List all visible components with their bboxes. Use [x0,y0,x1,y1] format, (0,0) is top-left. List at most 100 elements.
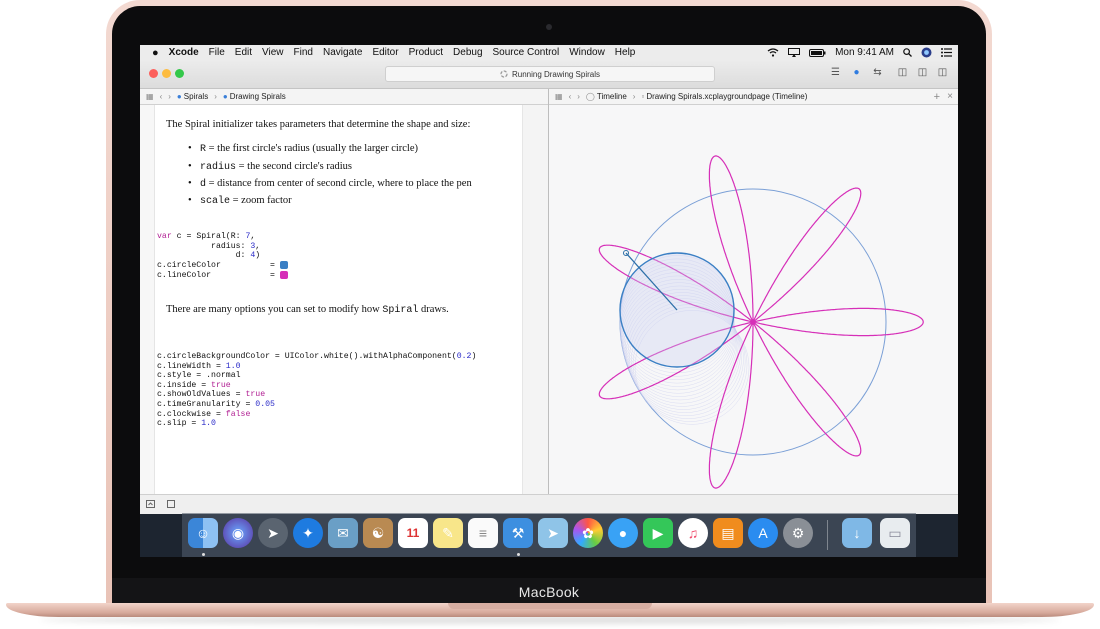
doc-bullet: • R = the first circle's radius (usually … [188,143,419,155]
ibooks-icon[interactable]: ▤ [713,518,743,548]
system-preferences-icon[interactable]: ⚙ [783,518,813,548]
code-block-spiral-init[interactable]: var c = Spiral(R: 7, radius: 3, d: 4) c.… [157,232,288,280]
zoom-window-button[interactable] [175,69,184,78]
stop-playground-icon[interactable] [167,500,175,508]
launchpad-icon[interactable]: ➤ [258,518,288,548]
siri-icon[interactable]: ◉ [223,518,253,548]
calendar-icon[interactable]: 11 [398,518,428,548]
code-token: , [255,241,261,251]
menu-edit[interactable]: Edit [235,47,252,58]
xcode-icon[interactable]: ⚒ [503,518,533,548]
minimize-window-button[interactable] [162,69,171,78]
dock: ☺ ◉ ➤ ✦ ✉ ☯ 11 ✎ ≡ ⚒ ➤ ✿ ● ▶ ♫ ▤ A ⚙ ↓ ▭ [182,513,916,557]
code-token: c.showOldValues = [157,390,246,400]
forward-chevron-icon[interactable]: › [577,92,580,101]
messages-icon[interactable]: ● [608,518,638,548]
laptop-shadow [40,616,1060,624]
trash-icon[interactable]: ▭ [880,518,910,548]
menu-window[interactable]: Window [569,47,605,58]
safari-icon[interactable]: ✦ [293,518,323,548]
code-token: c.lineColor = [157,270,280,280]
close-window-button[interactable] [149,69,158,78]
code-token: radius: [157,241,251,251]
spotlight-search-icon[interactable] [903,48,912,57]
navigator-toggle-icon[interactable]: ◫ [895,67,910,79]
code-token: c.timeGranularity = [157,399,256,409]
related-items-icon[interactable]: ▦ [146,92,154,101]
menu-clock[interactable]: Mon 9:41 AM [835,47,894,58]
page-icon: ● [222,92,228,101]
wifi-icon[interactable] [767,48,779,57]
photos-icon[interactable]: ✿ [573,518,603,548]
apple-menu-icon[interactable]: ● [152,47,159,59]
bullet-text: = the first circle's radius (usually the… [206,143,419,154]
doc-text: draws. [418,304,449,315]
bullet-text: = distance from center of second circle,… [206,178,472,189]
menu-file[interactable]: File [209,47,225,58]
code-line: c.timeGranularity = 0.05 [157,400,476,410]
notes-icon[interactable]: ✎ [433,518,463,548]
line-color-swatch[interactable] [279,270,288,279]
doc-options-text: There are many options you can set to mo… [166,304,449,316]
menu-editor[interactable]: Editor [372,47,398,58]
menu-help[interactable]: Help [615,47,636,58]
circle-color-swatch[interactable] [279,260,288,269]
breadcrumb-drawing-spirals[interactable]: Drawing Spirals [230,92,286,101]
code-token: c.lineWidth = [157,361,226,371]
code-token: , [250,232,256,241]
back-chevron-icon[interactable]: ‹ [160,92,163,101]
reminders-icon[interactable]: ≡ [468,518,498,548]
menu-app-xcode[interactable]: Xcode [169,47,199,58]
utilities-toggle-icon[interactable]: ◫ [935,67,950,79]
breadcrumb-spirals[interactable]: Spirals [184,92,208,101]
code-line: c.lineWidth = 1.0 [157,362,476,372]
notification-center-icon[interactable] [941,48,952,57]
add-editor-icon[interactable]: + [934,91,940,103]
xcode-window: Running Drawing Spirals ☰ ● ⇆ ◫ ◫ ◫ ▦ ‹ … [140,60,958,514]
running-indicator [517,553,520,556]
facetime-icon[interactable]: ▶ [643,518,673,548]
code-block-options[interactable]: c.circleBackgroundColor = UIColor.white(… [157,352,476,429]
menu-view[interactable]: View [262,47,284,58]
code-value: true [245,390,266,400]
back-chevron-icon[interactable]: ‹ [569,92,572,101]
app-store-icon[interactable]: A [748,518,778,548]
debug-area-toggle-icon[interactable]: ◫ [915,67,930,79]
related-items-icon[interactable]: ▦ [555,92,563,101]
finder-icon[interactable]: ☺ [188,518,218,548]
show-debug-area-icon[interactable] [146,500,155,508]
playground-icon: ● [176,92,182,101]
close-editor-icon[interactable]: × [947,91,953,102]
maps-icon[interactable]: ➤ [538,518,568,548]
mail-icon[interactable]: ✉ [328,518,358,548]
airplay-icon[interactable] [788,48,801,57]
forward-chevron-icon[interactable]: › [168,92,171,101]
code-token: var [157,232,172,241]
menu-navigate[interactable]: Navigate [323,47,362,58]
contacts-icon[interactable]: ☯ [363,518,393,548]
menu-debug[interactable]: Debug [453,47,482,58]
breadcrumb-timeline-page[interactable]: Drawing Spirals.xcplaygroundpage (Timeli… [646,92,807,101]
playground-editor[interactable]: The Spiral initializer takes parameters … [140,105,549,494]
doc-bullet: • scale = zoom factor [188,195,292,207]
spiral-drawing [598,155,924,489]
code-token: c.clockwise = [157,409,226,419]
code-token: c.circleColor = [157,260,280,270]
menu-find[interactable]: Find [294,47,313,58]
code-token: ) [255,251,261,261]
version-editor-icon[interactable]: ⇆ [870,67,885,79]
siri-icon[interactable] [921,47,932,58]
standard-editor-icon[interactable]: ☰ [828,67,843,79]
status-items: Mon 9:41 AM [767,45,952,60]
assistant-editor-icon[interactable]: ● [849,67,864,79]
breadcrumb-timeline[interactable]: Timeline [597,92,627,101]
inline-code: radius [200,162,237,173]
menu-source-control[interactable]: Source Control [493,47,560,58]
battery-icon[interactable] [809,48,826,57]
downloads-folder-icon[interactable]: ↓ [842,518,872,548]
menu-product[interactable]: Product [409,47,443,58]
laptop-notch [448,603,652,609]
timeline-icon: ◯ [585,92,595,101]
running-indicator [202,553,205,556]
music-icon[interactable]: ♫ [678,518,708,548]
